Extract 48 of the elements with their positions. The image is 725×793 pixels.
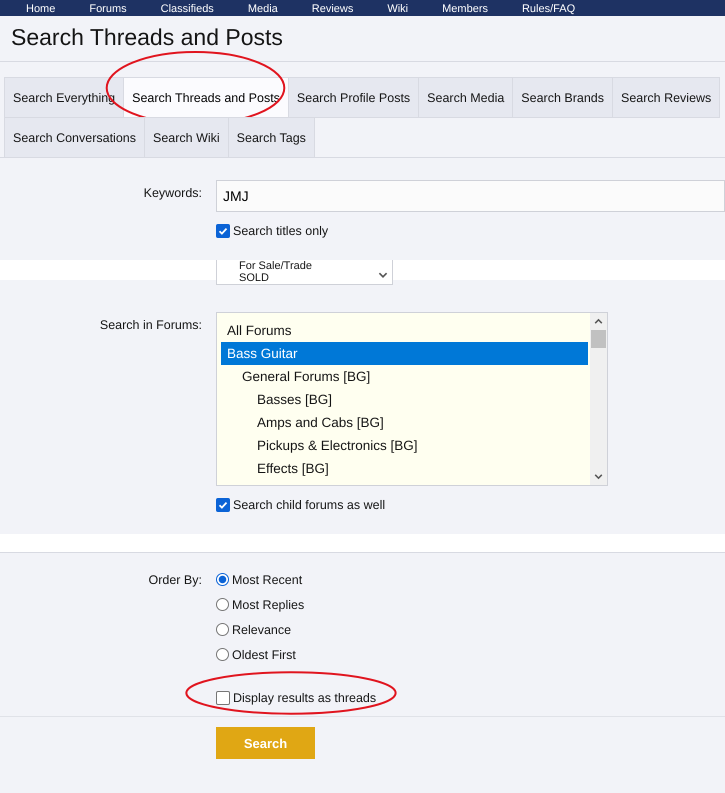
radio-label: Most Replies: [232, 598, 304, 612]
forum-option[interactable]: Effects [BG]: [221, 457, 588, 480]
tab[interactable]: Search Threads and Posts: [123, 77, 289, 118]
radio-button[interactable]: [216, 648, 229, 661]
list-option[interactable]: SOLD: [239, 272, 374, 284]
forum-option[interactable]: Pickups & Electronics [BG]: [221, 434, 588, 457]
forum-option[interactable]: Basses [BG]: [221, 388, 588, 411]
field-label: Order By:: [148, 572, 203, 589]
scrollbar[interactable]: [590, 313, 607, 485]
page-title: Search Threads and Posts: [11, 24, 284, 51]
field-label: Search in Forums:: [98, 317, 203, 334]
nav-link[interactable]: Members: [442, 3, 488, 16]
radio-button[interactable]: [216, 573, 229, 586]
nav-link[interactable]: Media: [248, 3, 278, 16]
radio-label: Relevance: [232, 622, 292, 636]
checkbox[interactable]: [216, 498, 230, 512]
tab[interactable]: Search Brands: [512, 77, 613, 118]
list-option[interactable]: For Sale/Trade: [239, 260, 374, 272]
nav-link[interactable]: Forums: [89, 3, 127, 16]
radio-label: Oldest First: [232, 648, 296, 662]
checkbox[interactable]: [216, 691, 230, 705]
forum-option[interactable]: Amps and Cabs [BG]: [221, 411, 588, 434]
tab[interactable]: Search Wiki: [144, 117, 229, 158]
tab[interactable]: Search Media: [418, 77, 514, 118]
tab[interactable]: Search Profile Posts: [288, 77, 420, 118]
checkbox-label: Search child forums as well: [233, 498, 386, 512]
tab[interactable]: Search Tags: [228, 117, 315, 158]
checkbox-label: Display results as threads: [233, 691, 376, 705]
radio-button[interactable]: [216, 598, 229, 611]
nav-link[interactable]: Home: [26, 3, 56, 16]
forum-option[interactable]: Bass Guitar: [221, 342, 588, 365]
nav-link[interactable]: Reviews: [312, 3, 354, 16]
checkbox[interactable]: [216, 224, 230, 238]
nav-link[interactable]: Classifieds: [160, 3, 214, 16]
select-list[interactable]: For Sale/Trade SOLD: [216, 260, 393, 285]
radio-button[interactable]: [216, 623, 229, 636]
tab[interactable]: Search Conversations: [4, 117, 145, 158]
nav-link[interactable]: Wiki: [387, 3, 408, 16]
scrollbar-thumb[interactable]: [591, 330, 606, 348]
forum-option[interactable]: General Forums [BG]: [221, 365, 588, 388]
forum-listbox[interactable]: All Forums Bass Guitar General Forums [BG] Basses [BG] Amps and Cabs [BG] Pickups & Electronics [BG] Effects [BG]: [216, 312, 608, 486]
forum-option[interactable]: All Forums: [221, 319, 588, 342]
checkbox-label: Search titles only: [233, 224, 328, 238]
radio-label: Most Recent: [232, 572, 302, 586]
nav-link[interactable]: Rules/FAQ: [522, 3, 576, 16]
keywords-field[interactable]: JMJ: [216, 180, 725, 212]
field-label: Keywords:: [142, 185, 203, 202]
tab[interactable]: Search Reviews: [612, 77, 720, 118]
